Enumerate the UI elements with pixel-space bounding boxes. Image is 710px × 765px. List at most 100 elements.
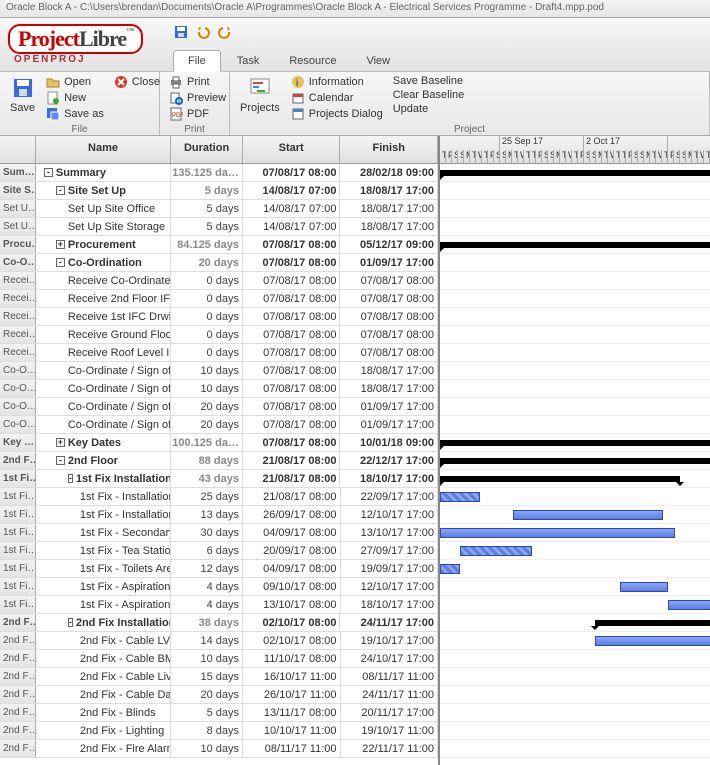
row-finish[interactable]: 07/08/17 08:00 [340, 290, 438, 307]
row-duration[interactable]: 10 days [171, 740, 243, 757]
row-start[interactable]: 07/08/17 08:00 [243, 344, 341, 361]
row-start[interactable]: 07/08/17 08:00 [243, 326, 341, 343]
table-row[interactable]: Co-O…-Co-Ordination20 days07/08/17 08:00… [0, 254, 438, 272]
gantt-row[interactable] [440, 308, 710, 326]
gantt-row[interactable] [440, 524, 710, 542]
row-name[interactable]: -Summary [36, 164, 171, 181]
row-name[interactable]: Co-Ordinate / Sign off & I [36, 398, 171, 415]
gantt-row[interactable] [440, 254, 710, 272]
row-name[interactable]: +Procurement [36, 236, 171, 253]
row-duration[interactable]: 8 days [171, 722, 243, 739]
summary-bar[interactable] [440, 170, 710, 176]
task-bar[interactable] [440, 492, 480, 502]
menu-tab-view[interactable]: View [352, 51, 404, 71]
gantt-row[interactable] [440, 326, 710, 344]
gantt-chart[interactable]: 25 Sep 172 Oct 17 TFSSMTWTFSSMTWTTFSSMTW… [440, 136, 710, 765]
table-row[interactable]: 2nd F…2nd Fix - Cable BMS Sys10 days11/1… [0, 650, 438, 668]
row-start[interactable]: 07/08/17 08:00 [243, 254, 341, 271]
row-finish[interactable]: 22/12/17 17:00 [340, 452, 438, 469]
table-row[interactable]: Co-O…Co-Ordinate / Sign off & I10 days07… [0, 362, 438, 380]
col-duration-header[interactable]: Duration [171, 136, 243, 163]
row-start[interactable]: 02/10/17 08:00 [243, 614, 341, 631]
row-finish[interactable]: 18/08/17 17:00 [340, 362, 438, 379]
grid-body[interactable]: Sum…-Summary135.125 da…07/08/17 08:0028/… [0, 164, 438, 765]
table-row[interactable]: Recei…Receive Ground FloorIFC0 days07/08… [0, 326, 438, 344]
row-duration[interactable]: 0 days [171, 344, 243, 361]
gantt-row[interactable] [440, 488, 710, 506]
save-icon[interactable] [173, 24, 189, 40]
gantt-row[interactable] [440, 722, 710, 740]
expand-toggle[interactable]: + [56, 438, 65, 447]
col-finish-header[interactable]: Finish [340, 136, 438, 163]
row-duration[interactable]: 20 days [171, 254, 243, 271]
row-name[interactable]: Receive Roof Level IFC D [36, 344, 171, 361]
row-finish[interactable]: 07/08/17 08:00 [340, 344, 438, 361]
row-start[interactable]: 13/10/17 08:00 [243, 596, 341, 613]
row-name[interactable]: 2nd Fix - Cable Live Sav [36, 668, 172, 685]
table-row[interactable]: 1st Fi…1st Fix - Aspiration Syst4 days09… [0, 578, 438, 596]
row-start[interactable]: 07/08/17 08:00 [243, 164, 341, 181]
projects-button[interactable]: Projects [236, 74, 284, 122]
table-row[interactable]: Recei…Receive 1st IFC Drwings0 days07/08… [0, 308, 438, 326]
row-start[interactable]: 16/10/17 11:00 [243, 668, 341, 685]
row-name[interactable]: -2nd Floor [36, 452, 171, 469]
row-start[interactable]: 07/08/17 08:00 [243, 362, 341, 379]
gantt-row[interactable] [440, 668, 710, 686]
row-duration[interactable]: 20 days [171, 686, 243, 703]
row-name[interactable]: -2nd Fix Installation [36, 614, 171, 631]
table-row[interactable]: Set U…Set Up Site Storage5 days14/08/17 … [0, 218, 438, 236]
row-start[interactable]: 14/08/17 07:00 [243, 182, 341, 199]
table-row[interactable]: 1st Fi…-1st Fix Installation43 days21/08… [0, 470, 438, 488]
row-finish[interactable]: 22/09/17 17:00 [341, 488, 439, 505]
table-row[interactable]: Key …+Key Dates100.125 da…07/08/17 08:00… [0, 434, 438, 452]
col-start-header[interactable]: Start [243, 136, 341, 163]
new-button[interactable]: New [43, 90, 107, 106]
table-row[interactable]: Recei…Receive Co-Ordinated ME0 days07/08… [0, 272, 438, 290]
row-start[interactable]: 07/08/17 08:00 [243, 416, 341, 433]
summary-bar[interactable] [440, 458, 710, 464]
row-start[interactable]: 21/08/17 08:00 [243, 452, 341, 469]
row-finish[interactable]: 18/10/17 17:00 [340, 470, 438, 487]
row-finish[interactable]: 07/08/17 08:00 [340, 272, 438, 289]
task-bar[interactable] [460, 546, 532, 556]
row-duration[interactable]: 30 days [171, 524, 243, 541]
gantt-row[interactable] [440, 362, 710, 380]
row-name[interactable]: 1st Fix - Tea Station [36, 542, 172, 559]
row-name[interactable]: 2nd Fix - Lighting [36, 722, 172, 739]
row-duration[interactable]: 43 days [171, 470, 243, 487]
row-duration[interactable]: 4 days [171, 578, 243, 595]
row-finish[interactable]: 12/10/17 17:00 [341, 578, 439, 595]
row-finish[interactable]: 18/10/17 17:00 [341, 596, 439, 613]
row-name[interactable]: 1st Fix - Aspiration Syst [36, 596, 172, 613]
table-row[interactable]: Recei…Receive Roof Level IFC D0 days07/0… [0, 344, 438, 362]
row-start[interactable]: 21/08/17 08:00 [243, 488, 341, 505]
row-name[interactable]: 2nd Fix - Cable Data Ins [36, 686, 172, 703]
expand-toggle[interactable]: - [68, 618, 73, 627]
task-bar[interactable] [620, 582, 668, 592]
gantt-row[interactable] [440, 398, 710, 416]
row-finish[interactable]: 05/12/17 09:00 [340, 236, 438, 253]
pdf-button[interactable]: PDFPDF [166, 106, 229, 122]
row-finish[interactable]: 20/11/17 17:00 [341, 704, 439, 721]
gantt-row[interactable] [440, 434, 710, 452]
row-start[interactable]: 08/11/17 11:00 [243, 740, 341, 757]
table-row[interactable]: 1st Fi…1st Fix - Installation of I25 day… [0, 488, 438, 506]
row-duration[interactable]: 0 days [171, 308, 243, 325]
table-row[interactable]: Co-O…Co-Ordinate / Sign off & I20 days07… [0, 398, 438, 416]
row-duration[interactable]: 5 days [171, 182, 243, 199]
row-name[interactable]: 1st Fix - Toilets Area [36, 560, 172, 577]
summary-bar[interactable] [440, 476, 680, 482]
row-duration[interactable]: 25 days [171, 488, 243, 505]
table-row[interactable]: Procu…+Procurement84.125 days07/08/17 08… [0, 236, 438, 254]
row-start[interactable]: 07/08/17 08:00 [243, 308, 341, 325]
row-finish[interactable]: 12/10/17 17:00 [341, 506, 439, 523]
gantt-row[interactable] [440, 740, 710, 758]
row-finish[interactable]: 24/10/17 17:00 [341, 650, 439, 667]
summary-bar[interactable] [440, 440, 710, 446]
row-finish[interactable]: 18/08/17 17:00 [340, 380, 438, 397]
row-name[interactable]: Receive 2nd Floor IFC Drw [36, 290, 171, 307]
row-name[interactable]: Set Up Site Office [36, 200, 171, 217]
row-finish[interactable]: 07/08/17 08:00 [340, 326, 438, 343]
row-start[interactable]: 04/09/17 08:00 [243, 560, 341, 577]
gantt-row[interactable] [440, 596, 710, 614]
